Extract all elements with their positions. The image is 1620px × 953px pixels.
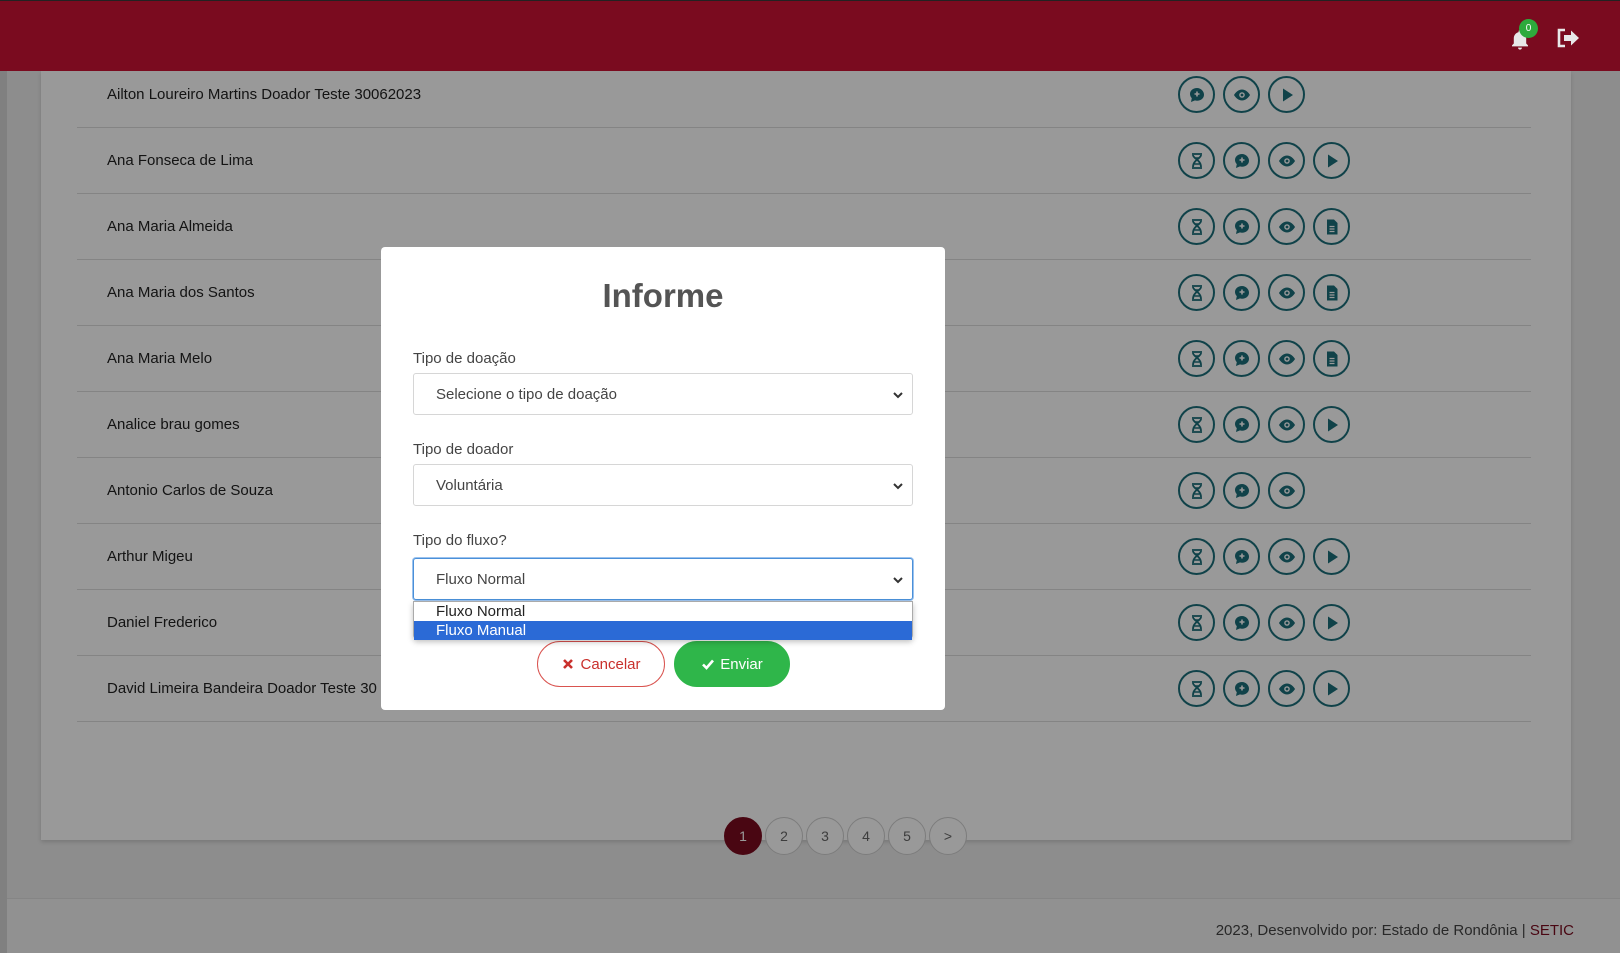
flow-type-value: Fluxo Normal <box>436 571 526 588</box>
donation-type-value: Selecione o tipo de doação <box>436 386 617 403</box>
option-fluxo-manual[interactable]: Fluxo Manual <box>414 621 912 640</box>
cancel-button[interactable]: Cancelar <box>537 641 665 687</box>
flow-type-options: Fluxo Normal Fluxo Manual <box>413 601 913 640</box>
inform-dialog: Informe Tipo de doação Selecione o tipo … <box>381 247 945 710</box>
chevron-down-icon <box>893 577 903 584</box>
logout-icon[interactable] <box>1555 26 1581 50</box>
flow-type-select[interactable]: Fluxo Normal <box>413 558 913 600</box>
donor-type-label: Tipo de doador <box>413 441 514 458</box>
flow-type-label: Tipo do fluxo? <box>413 532 507 549</box>
check-icon <box>702 659 715 670</box>
cancel-label: Cancelar <box>580 655 641 673</box>
send-button[interactable]: Enviar <box>674 641 790 687</box>
donor-type-select[interactable]: Voluntária <box>413 464 913 506</box>
x-icon <box>563 659 574 669</box>
chevron-down-icon <box>893 483 903 490</box>
donation-type-label: Tipo de doação <box>413 350 516 367</box>
notification-badge: 0 <box>1519 19 1538 38</box>
option-fluxo-normal[interactable]: Fluxo Normal <box>414 602 912 621</box>
chevron-down-icon <box>893 392 903 399</box>
donor-type-value: Voluntária <box>436 477 503 494</box>
send-label: Enviar <box>720 655 763 673</box>
top-navbar: 0 <box>0 0 1620 71</box>
dialog-title: Informe <box>602 277 724 314</box>
donation-type-select[interactable]: Selecione o tipo de doação <box>413 373 913 415</box>
